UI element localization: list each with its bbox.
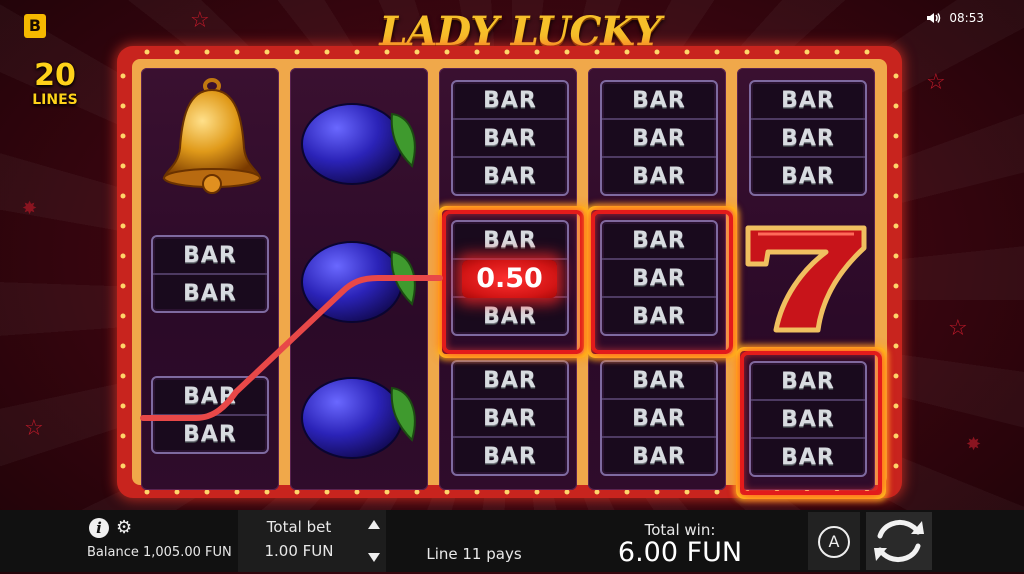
decor-star-icon: ☆ (190, 8, 210, 33)
line-win-amount: 0.50 (462, 260, 557, 298)
bet-up-icon[interactable] (368, 520, 380, 529)
autoplay-icon: A (818, 526, 850, 558)
status-area: 08:53 (927, 11, 984, 25)
decor-star-icon: ☆ (24, 416, 44, 441)
triple-bar-symbol: BAR BAR BAR (600, 80, 718, 196)
decor-star-icon: ☆ (948, 316, 968, 341)
bar-label: BAR (602, 156, 716, 194)
bell-symbol (162, 78, 262, 194)
plum-symbol (301, 103, 416, 185)
bet-down-icon[interactable] (368, 553, 380, 562)
line-pays-text: Line 11 pays (426, 545, 522, 563)
spin-button[interactable] (866, 512, 932, 570)
speaker-icon[interactable] (927, 12, 941, 24)
winning-symbol-highlight (740, 351, 882, 495)
gear-icon[interactable]: ⚙ (116, 519, 132, 537)
bar-label: BAR (183, 242, 237, 268)
lines-indicator: 20 LINES (18, 58, 92, 109)
bar-label: BAR (781, 87, 835, 113)
seven-symbol (745, 225, 867, 333)
plum-symbol (301, 377, 416, 459)
total-bet-label: Total bet (266, 518, 332, 536)
bar-label: BAR (751, 118, 865, 156)
winning-symbol-highlight (591, 210, 733, 354)
triple-bar-symbol: BAR BAR BAR (451, 360, 569, 476)
bar-label: BAR (453, 398, 567, 436)
bar-label: BAR (483, 87, 537, 113)
brand-b-icon: B (24, 14, 46, 38)
double-bar-symbol: BAR BAR (151, 376, 269, 454)
double-bar-symbol: BAR BAR (151, 235, 269, 313)
bar-label: BAR (602, 118, 716, 156)
total-win-value: 6.00 FUN (617, 537, 743, 568)
info-icon[interactable]: i (89, 518, 109, 538)
bar-label: BAR (453, 436, 567, 474)
bar-label: BAR (483, 367, 537, 393)
bar-label: BAR (153, 273, 267, 311)
bar-label: BAR (183, 383, 237, 409)
bar-label: BAR (632, 87, 686, 113)
bar-label: BAR (602, 398, 716, 436)
decor-star-icon: ☆ (926, 70, 946, 95)
total-bet-value: 1.00 FUN (264, 542, 334, 560)
bar-label: BAR (453, 118, 567, 156)
decor-star-icon: ✸ (22, 198, 38, 219)
triple-bar-symbol: BAR BAR BAR (749, 80, 867, 196)
clock: 08:53 (949, 11, 984, 25)
bar-label: BAR (453, 156, 567, 194)
spin-icon (874, 520, 924, 562)
decor-star-icon: ✸ (966, 434, 982, 455)
lines-count: 20 (34, 58, 76, 93)
autoplay-button[interactable]: A (808, 512, 860, 570)
plum-symbol (301, 241, 416, 323)
balance-display: Balance 1,005.00 FUN (87, 545, 232, 560)
triple-bar-symbol: BAR BAR BAR (451, 80, 569, 196)
bar-label: BAR (751, 156, 865, 194)
lines-label: LINES (32, 92, 78, 108)
bar-label: BAR (632, 367, 686, 393)
bar-label: BAR (153, 414, 267, 452)
triple-bar-symbol: BAR BAR BAR (600, 360, 718, 476)
bar-label: BAR (602, 436, 716, 474)
